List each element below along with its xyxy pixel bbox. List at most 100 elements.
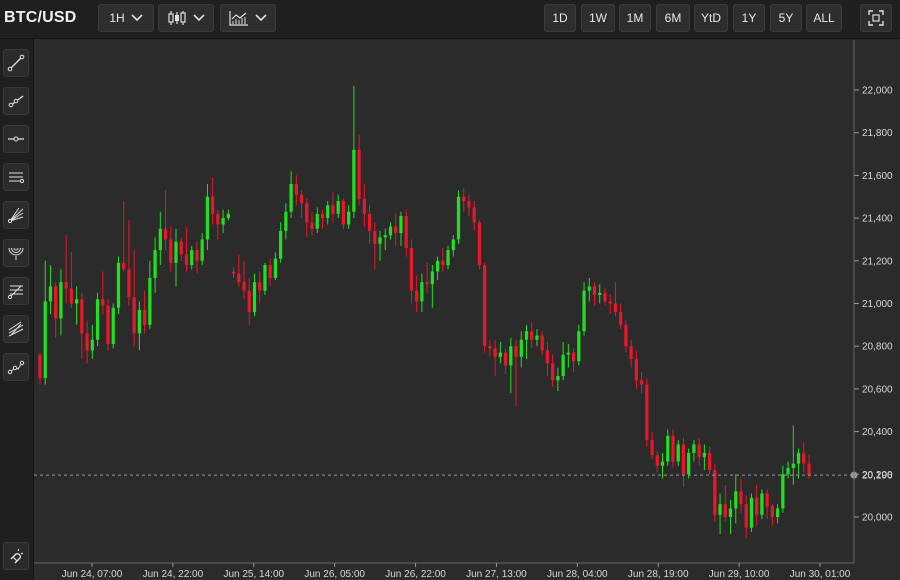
candle-body <box>430 271 434 285</box>
candle-body <box>687 452 691 475</box>
candle-body <box>671 435 675 462</box>
candle-body <box>718 504 722 515</box>
candle-body <box>404 215 408 248</box>
candle-body <box>739 491 743 505</box>
fib-retracement-tool[interactable] <box>3 277 29 305</box>
candle-body <box>619 312 623 325</box>
candle-body <box>237 273 241 283</box>
pitchfork-icon <box>8 321 24 337</box>
range-5y-button[interactable]: 5Y <box>770 4 802 32</box>
candle-body <box>514 346 518 357</box>
magnet-tool[interactable] <box>3 542 29 570</box>
candle[interactable] <box>116 256 121 315</box>
candle[interactable] <box>760 489 764 520</box>
candle-body <box>697 444 701 458</box>
candle-body <box>598 292 602 295</box>
candle[interactable] <box>687 448 691 479</box>
candle-body <box>441 260 445 266</box>
candle-body <box>174 241 178 263</box>
price-chart[interactable]: 20,196 20,00020,20020,40020,60020,80021,… <box>0 0 900 580</box>
candle[interactable] <box>645 378 649 447</box>
parallel-channel-tool[interactable] <box>3 163 29 191</box>
candle[interactable] <box>111 303 115 349</box>
candle[interactable] <box>713 463 717 522</box>
candle-body <box>577 331 581 362</box>
candle-body <box>556 376 560 381</box>
candle-body <box>158 228 162 251</box>
time-tick-label: Jun 26, 05:00 <box>304 569 365 580</box>
candle[interactable] <box>106 299 110 351</box>
range-all-button[interactable]: ALL <box>806 4 842 32</box>
candle-body <box>273 258 278 278</box>
horizontal-line-tool[interactable] <box>3 125 29 153</box>
candle-body <box>540 335 544 351</box>
range-6m-button[interactable]: 6M <box>656 4 690 32</box>
candle[interactable] <box>477 220 482 270</box>
candle-body <box>503 352 508 366</box>
trend-line-tool[interactable] <box>3 49 29 77</box>
candle-body <box>462 196 466 202</box>
candle-body <box>786 467 790 475</box>
candle-body <box>723 504 727 517</box>
candle-body <box>279 230 283 259</box>
candle-body <box>247 290 251 313</box>
fib-arc-icon <box>8 247 24 260</box>
interval-dropdown[interactable]: 1H <box>98 4 154 32</box>
plot-area[interactable] <box>34 40 854 563</box>
chart-type-dropdown[interactable] <box>158 4 214 32</box>
fib-fan-tool[interactable] <box>3 201 29 229</box>
candle-body <box>190 250 194 266</box>
candle-body <box>493 348 497 357</box>
candle-body <box>509 346 513 366</box>
candle-body <box>409 247 414 291</box>
candle-body <box>530 331 534 340</box>
fullscreen-button[interactable] <box>860 4 892 32</box>
range-1w-button[interactable]: 1W <box>581 4 615 32</box>
range-1y-button[interactable]: 1Y <box>733 4 765 32</box>
fib-arc-tool[interactable] <box>3 239 29 267</box>
pitchfork-tool[interactable] <box>3 315 29 343</box>
candle-body <box>394 226 398 234</box>
candle-body <box>770 506 775 517</box>
candle-body <box>90 339 94 351</box>
candle[interactable] <box>456 190 461 244</box>
candle-body <box>765 493 769 507</box>
candle-body <box>59 282 63 319</box>
time-tick-label: Jun 24, 22:00 <box>143 569 204 580</box>
candle[interactable] <box>341 198 346 229</box>
candle[interactable] <box>749 493 754 532</box>
range-ytd-button[interactable]: YtD <box>694 4 728 32</box>
candle-body <box>624 324 628 347</box>
ray-tool[interactable] <box>3 87 29 115</box>
candle-body <box>807 463 811 476</box>
range-1m-button[interactable]: 1M <box>619 4 651 32</box>
range-1d-button[interactable]: 1D <box>544 4 576 32</box>
path-tool[interactable] <box>3 353 29 381</box>
time-axis[interactable]: Jun 24, 07:00 Jun 24, 22:00 Jun 25, 14:00 J… <box>34 562 854 580</box>
candle-body <box>435 260 440 272</box>
candle-body <box>634 359 638 381</box>
price-tick-label: 21,400 <box>862 214 893 225</box>
indicators-dropdown[interactable] <box>220 4 276 32</box>
horizontal-line-icon <box>8 136 24 142</box>
candle-body <box>645 384 649 441</box>
indicators-chart-icon <box>229 11 248 26</box>
symbol-title[interactable]: BTC/USD <box>4 0 77 38</box>
candle-body <box>195 250 199 261</box>
candle-body <box>347 211 351 225</box>
candle-body <box>336 201 340 214</box>
candle[interactable] <box>483 262 487 353</box>
candle-body <box>660 461 665 466</box>
fib-retracement-icon <box>7 285 23 300</box>
candle-body <box>734 491 738 509</box>
candle-body <box>331 205 335 214</box>
price-axis[interactable]: 20,000 20,200 20,400 20,600 20,800 21,000 21,2… <box>853 40 893 563</box>
candle[interactable] <box>95 292 100 347</box>
candle-body <box>43 301 47 379</box>
candle[interactable] <box>263 262 267 295</box>
candle-body <box>326 205 330 219</box>
price-tick-label: 20,200 <box>862 470 893 481</box>
candle-body <box>639 380 644 385</box>
interval-label: 1H <box>109 11 125 25</box>
candle-body <box>258 282 262 291</box>
